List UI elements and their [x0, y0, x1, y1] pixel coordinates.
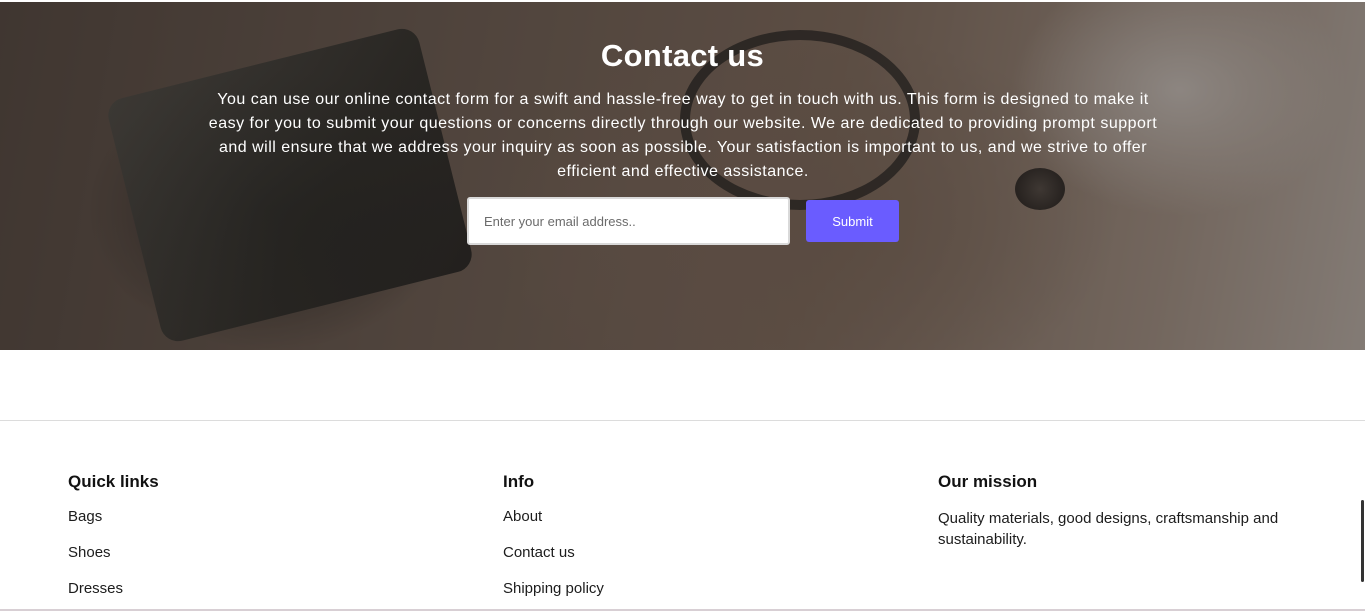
footer-info: Info About Contact us Shipping policy [503, 472, 883, 611]
email-input[interactable] [467, 197, 790, 245]
info-heading: Info [503, 472, 535, 491]
footer-quick-links: Quick links Bags Shoes Dresses [68, 472, 448, 611]
footer-link-contact-us[interactable]: Contact us [503, 544, 883, 580]
submit-button[interactable]: Submit [806, 200, 899, 242]
footer-link-bags[interactable]: Bags [68, 508, 448, 544]
footer-link-dresses[interactable]: Dresses [68, 580, 448, 611]
footer-link-shoes[interactable]: Shoes [68, 544, 448, 580]
info-links-list: About Contact us Shipping policy [503, 508, 883, 611]
quick-links-heading: Quick links [68, 472, 159, 491]
contact-description: You can use our online contact form for … [208, 91, 1158, 180]
quick-links-list: Bags Shoes Dresses [68, 508, 448, 611]
footer-divider [0, 420, 1365, 421]
footer-link-about[interactable]: About [503, 508, 883, 544]
scrollbar-thumb[interactable] [1361, 500, 1364, 582]
hero-content: Contact us You can use our online contac… [0, 0, 1365, 350]
contact-title: Contact us [600, 38, 765, 73]
footer-mission: Our mission Quality materials, good desi… [938, 472, 1318, 550]
mission-heading: Our mission [938, 472, 1038, 491]
footer-link-shipping-policy[interactable]: Shipping policy [503, 580, 883, 611]
contact-hero-banner: Contact us You can use our online contac… [0, 0, 1365, 350]
hero-top-border [0, 0, 1365, 2]
mission-text: Quality materials, good designs, craftsm… [938, 510, 1279, 548]
